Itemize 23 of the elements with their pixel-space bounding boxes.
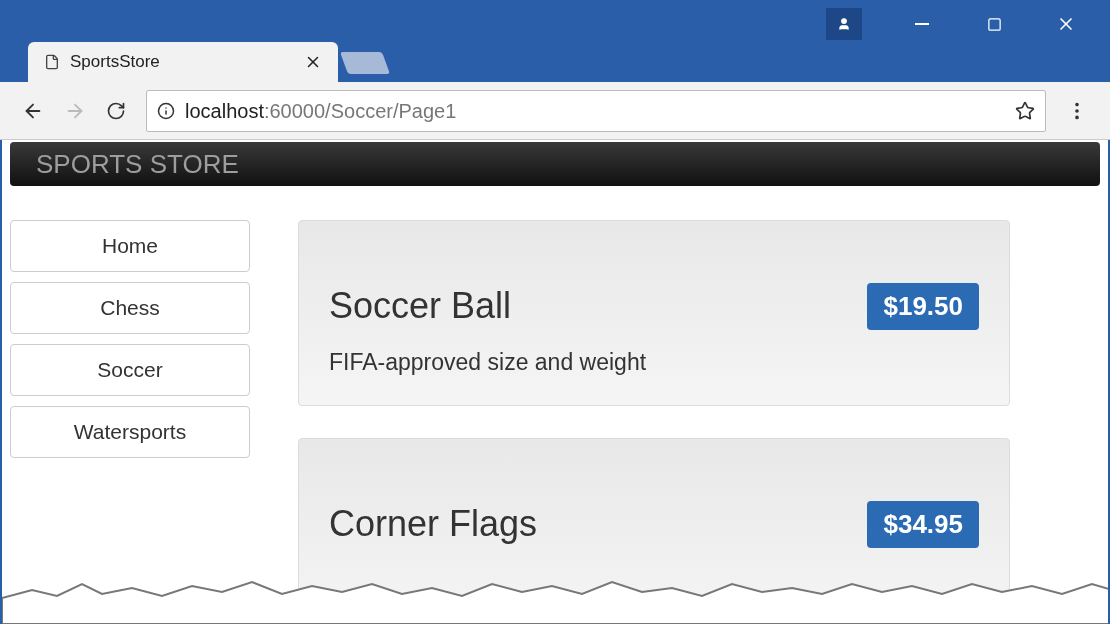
maximize-icon xyxy=(986,16,1002,32)
minimize-icon xyxy=(915,23,929,25)
product-description: FIFA-approved size and weight xyxy=(329,348,648,377)
product-name: Soccer Ball xyxy=(329,284,512,328)
info-icon xyxy=(157,101,175,120)
profile-button[interactable] xyxy=(826,8,862,40)
brand-text[interactable]: SPORTS STORE xyxy=(36,144,239,184)
address-bar[interactable]: localhost:60000/Soccer/Page1 xyxy=(146,89,1046,132)
person-icon xyxy=(837,17,851,31)
category-button[interactable]: Chess xyxy=(10,282,250,334)
category-button[interactable]: Home xyxy=(10,220,250,272)
price-label: $34.95 xyxy=(867,500,979,548)
tab-title: SportsStore xyxy=(70,51,161,74)
reload-icon[interactable] xyxy=(106,100,126,121)
price-label: $19.50 xyxy=(867,282,979,330)
browser-tab[interactable]: SportsStore xyxy=(28,42,338,82)
bookmark-star-icon[interactable] xyxy=(1015,100,1035,121)
new-tab-button[interactable] xyxy=(340,52,390,74)
product-name: Corner Flags xyxy=(329,502,538,546)
category-button[interactable]: Watersports xyxy=(10,406,250,458)
url-text: localhost:60000/Soccer/Page1 xyxy=(185,98,458,124)
page-icon xyxy=(44,54,60,70)
category-button[interactable]: Soccer xyxy=(10,344,250,396)
